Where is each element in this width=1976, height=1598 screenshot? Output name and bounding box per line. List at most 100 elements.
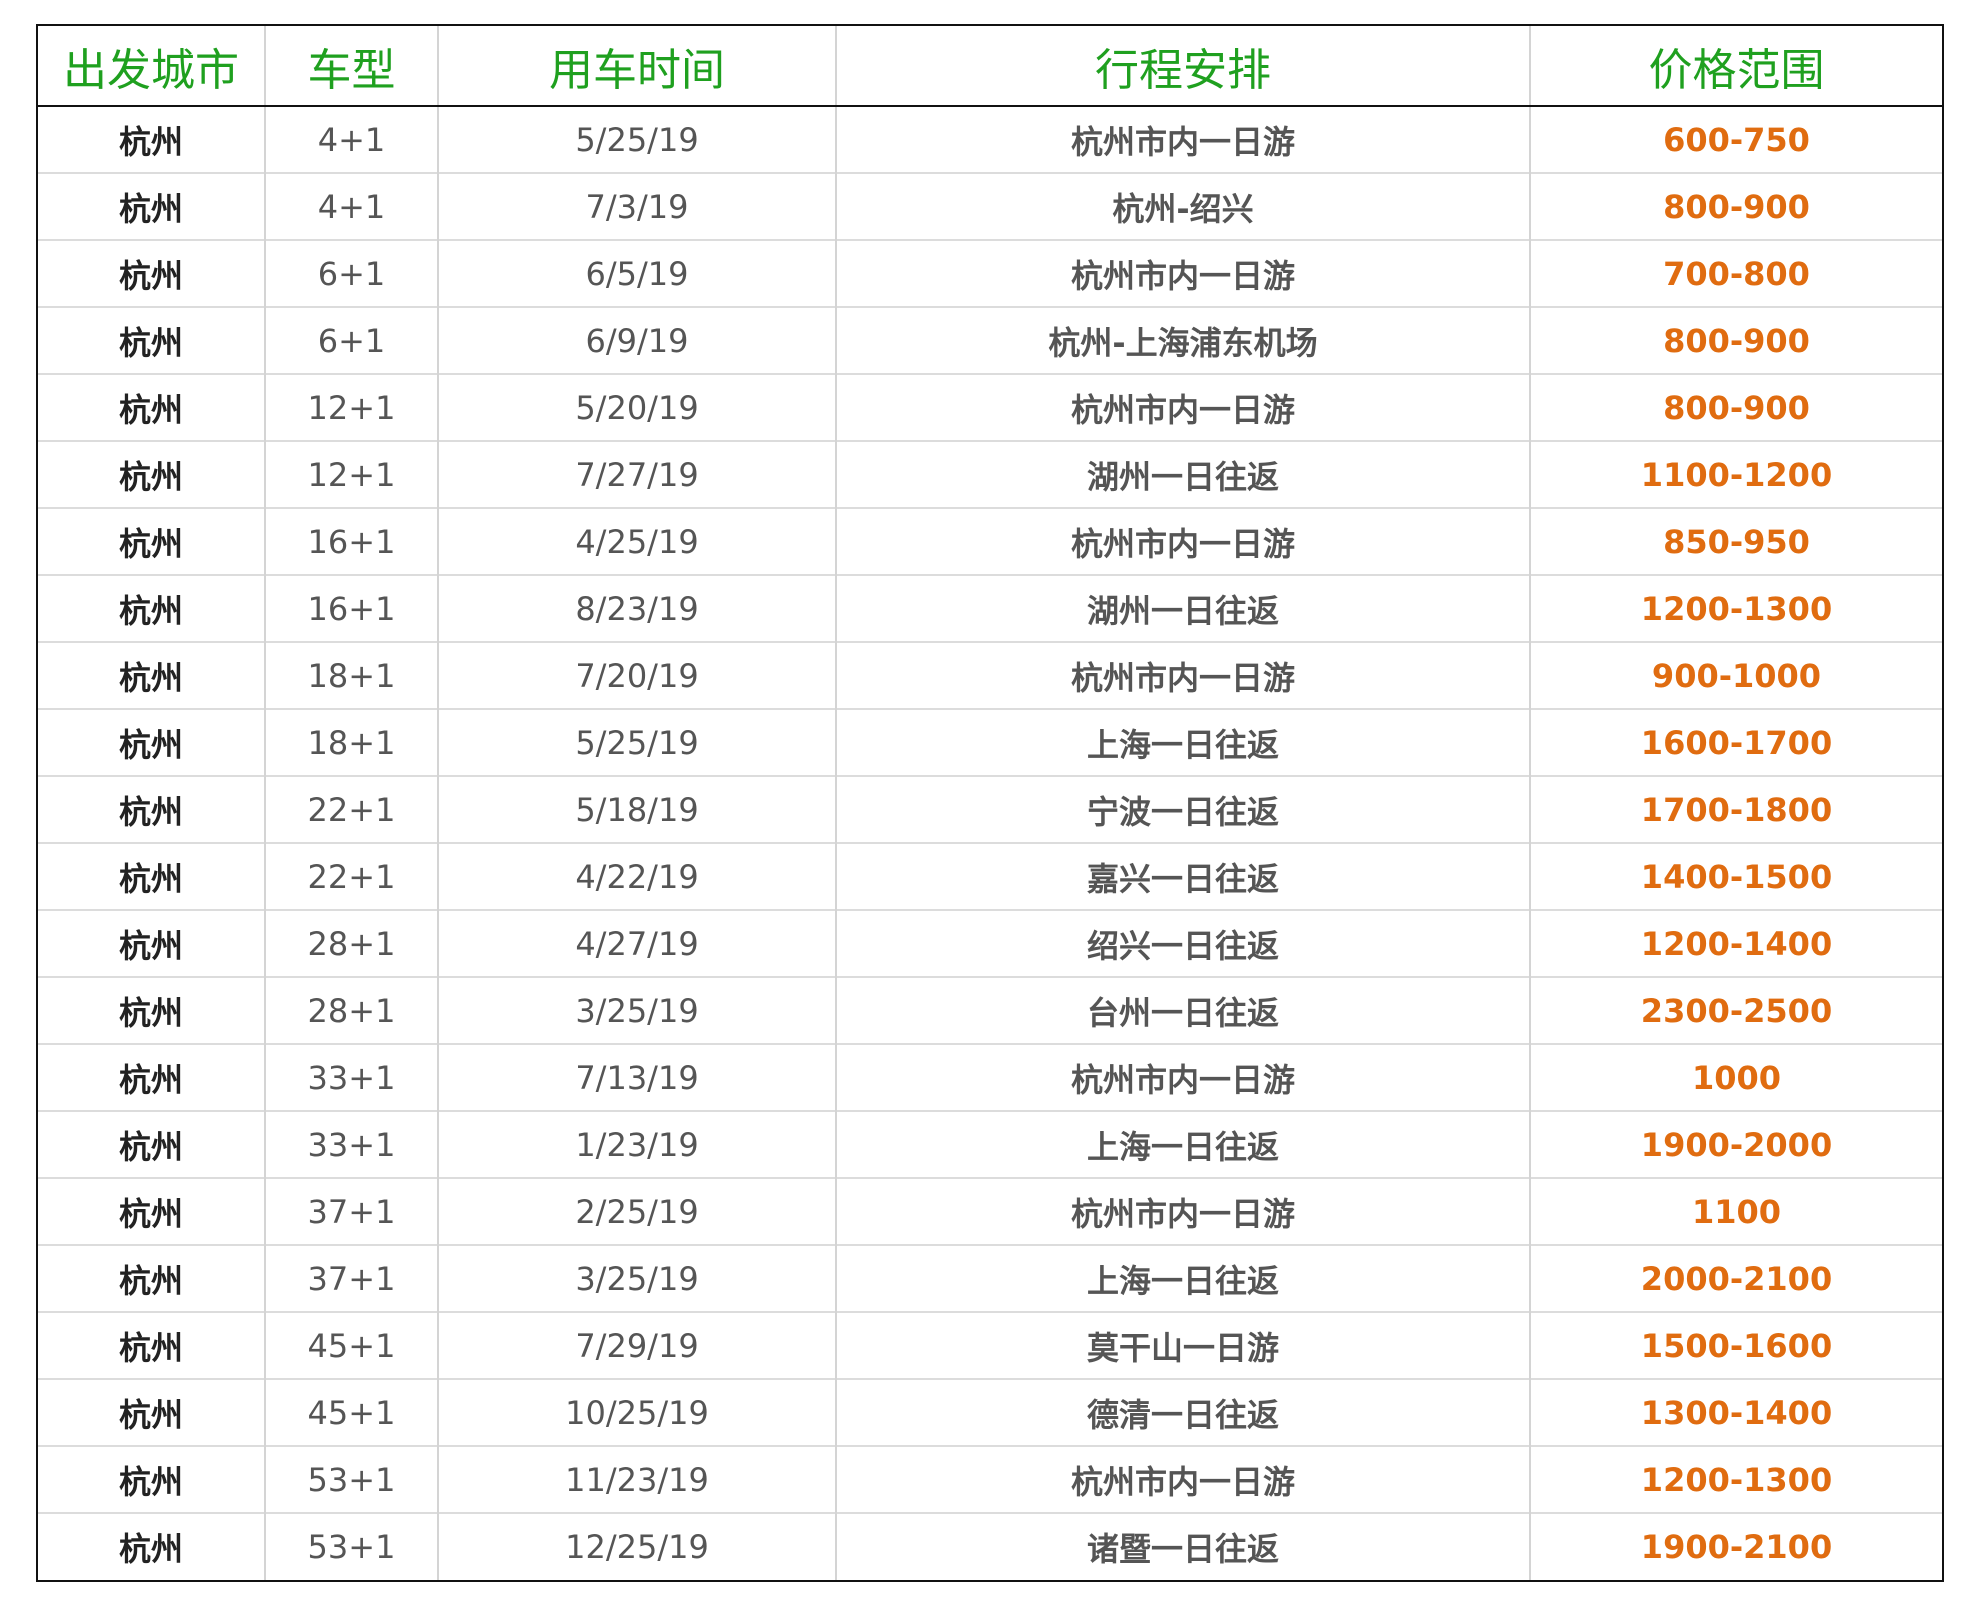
cell-rental-date: 3/25/19 — [437, 976, 836, 1044]
cell-departure-city: 杭州 — [38, 440, 265, 508]
table-row: 杭州 22+1 4/22/19 嘉兴一日往返 1400-1500 — [38, 842, 1942, 910]
cell-rental-date: 11/23/19 — [437, 1445, 836, 1513]
cell-itinerary: 宁波一日往返 — [835, 775, 1530, 843]
cell-itinerary: 杭州市内一日游 — [835, 641, 1530, 709]
cell-rental-date: 8/23/19 — [437, 574, 836, 642]
cell-rental-date: 4/22/19 — [437, 842, 836, 910]
cell-price-range: 800-900 — [1529, 373, 1942, 441]
cell-vehicle-type: 12+1 — [264, 440, 438, 508]
cell-itinerary: 杭州-绍兴 — [835, 172, 1530, 240]
cell-price-range: 900-1000 — [1529, 641, 1942, 709]
table-row: 杭州 12+1 7/27/19 湖州一日往返 1100-1200 — [38, 440, 1942, 508]
cell-rental-date: 6/5/19 — [437, 239, 836, 307]
cell-departure-city: 杭州 — [38, 1110, 265, 1178]
cell-vehicle-type: 33+1 — [264, 1110, 438, 1178]
table-row: 杭州 53+1 12/25/19 诸暨一日往返 1900-2100 — [38, 1512, 1942, 1580]
cell-itinerary: 上海一日往返 — [835, 708, 1530, 776]
header-rental-date: 用车时间 — [437, 26, 836, 107]
table-row: 杭州 53+1 11/23/19 杭州市内一日游 1200-1300 — [38, 1445, 1942, 1513]
cell-rental-date: 7/29/19 — [437, 1311, 836, 1379]
cell-departure-city: 杭州 — [38, 1244, 265, 1312]
cell-price-range: 1900-2000 — [1529, 1110, 1942, 1178]
cell-vehicle-type: 37+1 — [264, 1244, 438, 1312]
cell-itinerary: 杭州市内一日游 — [835, 239, 1530, 307]
cell-departure-city: 杭州 — [38, 708, 265, 776]
table-row: 杭州 4+1 5/25/19 杭州市内一日游 600-750 — [38, 106, 1942, 173]
cell-departure-city: 杭州 — [38, 172, 265, 240]
table-row: 杭州 37+1 2/25/19 杭州市内一日游 1100 — [38, 1177, 1942, 1245]
cell-price-range: 1000 — [1529, 1043, 1942, 1111]
cell-vehicle-type: 45+1 — [264, 1378, 438, 1446]
cell-vehicle-type: 22+1 — [264, 775, 438, 843]
cell-rental-date: 4/25/19 — [437, 507, 836, 575]
cell-vehicle-type: 6+1 — [264, 239, 438, 307]
cell-departure-city: 杭州 — [38, 1043, 265, 1111]
cell-itinerary: 杭州-上海浦东机场 — [835, 306, 1530, 374]
cell-price-range: 1700-1800 — [1529, 775, 1942, 843]
table-row: 杭州 18+1 5/25/19 上海一日往返 1600-1700 — [38, 708, 1942, 776]
header-row: 出发城市 车型 用车时间 行程安排 价格范围 — [38, 26, 1942, 107]
cell-itinerary: 杭州市内一日游 — [835, 373, 1530, 441]
cell-itinerary: 杭州市内一日游 — [835, 106, 1530, 173]
header-departure-city: 出发城市 — [38, 26, 265, 107]
cell-vehicle-type: 28+1 — [264, 909, 438, 977]
cell-departure-city: 杭州 — [38, 976, 265, 1044]
cell-departure-city: 杭州 — [38, 1378, 265, 1446]
table-body: 杭州 4+1 5/25/19 杭州市内一日游 600-750 杭州 4+1 7/3/19 杭州-… — [38, 106, 1942, 1580]
cell-itinerary: 杭州市内一日游 — [835, 1177, 1530, 1245]
header-itinerary: 行程安排 — [835, 26, 1530, 107]
cell-vehicle-type: 53+1 — [264, 1445, 438, 1513]
table-row: 杭州 22+1 5/18/19 宁波一日往返 1700-1800 — [38, 775, 1942, 843]
cell-departure-city: 杭州 — [38, 775, 265, 843]
table-row: 杭州 16+1 8/23/19 湖州一日往返 1200-1300 — [38, 574, 1942, 642]
cell-price-range: 700-800 — [1529, 239, 1942, 307]
cell-rental-date: 1/23/19 — [437, 1110, 836, 1178]
cell-itinerary: 湖州一日往返 — [835, 440, 1530, 508]
table-header: 出发城市 车型 用车时间 行程安排 价格范围 — [38, 26, 1942, 107]
cell-departure-city: 杭州 — [38, 1311, 265, 1379]
cell-itinerary: 杭州市内一日游 — [835, 507, 1530, 575]
cell-departure-city: 杭州 — [38, 373, 265, 441]
cell-rental-date: 3/25/19 — [437, 1244, 836, 1312]
cell-vehicle-type: 6+1 — [264, 306, 438, 374]
table-row: 杭州 45+1 7/29/19 莫干山一日游 1500-1600 — [38, 1311, 1942, 1379]
cell-departure-city: 杭州 — [38, 306, 265, 374]
cell-price-range: 1600-1700 — [1529, 708, 1942, 776]
cell-itinerary: 台州一日往返 — [835, 976, 1530, 1044]
cell-departure-city: 杭州 — [38, 1512, 265, 1580]
table-row: 杭州 45+1 10/25/19 德清一日往返 1300-1400 — [38, 1378, 1942, 1446]
cell-vehicle-type: 16+1 — [264, 507, 438, 575]
cell-price-range: 1200-1300 — [1529, 1445, 1942, 1513]
table-row: 杭州 4+1 7/3/19 杭州-绍兴 800-900 — [38, 172, 1942, 240]
cell-price-range: 1400-1500 — [1529, 842, 1942, 910]
cell-itinerary: 莫干山一日游 — [835, 1311, 1530, 1379]
cell-rental-date: 2/25/19 — [437, 1177, 836, 1245]
cell-rental-date: 7/20/19 — [437, 641, 836, 709]
price-table-frame: 出发城市 车型 用车时间 行程安排 价格范围 杭州 4+1 5/25/19 杭州市内一… — [36, 24, 1944, 1582]
cell-vehicle-type: 53+1 — [264, 1512, 438, 1580]
charter-price-table: 出发城市 车型 用车时间 行程安排 价格范围 杭州 4+1 5/25/19 杭州市内一… — [38, 26, 1942, 1580]
cell-price-range: 800-900 — [1529, 306, 1942, 374]
cell-itinerary: 湖州一日往返 — [835, 574, 1530, 642]
cell-rental-date: 7/13/19 — [437, 1043, 836, 1111]
cell-itinerary: 嘉兴一日往返 — [835, 842, 1530, 910]
cell-departure-city: 杭州 — [38, 1177, 265, 1245]
cell-rental-date: 5/25/19 — [437, 708, 836, 776]
table-row: 杭州 12+1 5/20/19 杭州市内一日游 800-900 — [38, 373, 1942, 441]
cell-vehicle-type: 4+1 — [264, 172, 438, 240]
cell-departure-city: 杭州 — [38, 1445, 265, 1513]
cell-vehicle-type: 22+1 — [264, 842, 438, 910]
cell-vehicle-type: 16+1 — [264, 574, 438, 642]
cell-rental-date: 10/25/19 — [437, 1378, 836, 1446]
cell-vehicle-type: 28+1 — [264, 976, 438, 1044]
cell-rental-date: 4/27/19 — [437, 909, 836, 977]
cell-itinerary: 上海一日往返 — [835, 1244, 1530, 1312]
cell-departure-city: 杭州 — [38, 641, 265, 709]
cell-price-range: 2300-2500 — [1529, 976, 1942, 1044]
cell-price-range: 600-750 — [1529, 106, 1942, 173]
cell-vehicle-type: 18+1 — [264, 641, 438, 709]
cell-price-range: 850-950 — [1529, 507, 1942, 575]
cell-rental-date: 5/18/19 — [437, 775, 836, 843]
cell-price-range: 1100 — [1529, 1177, 1942, 1245]
cell-vehicle-type: 45+1 — [264, 1311, 438, 1379]
